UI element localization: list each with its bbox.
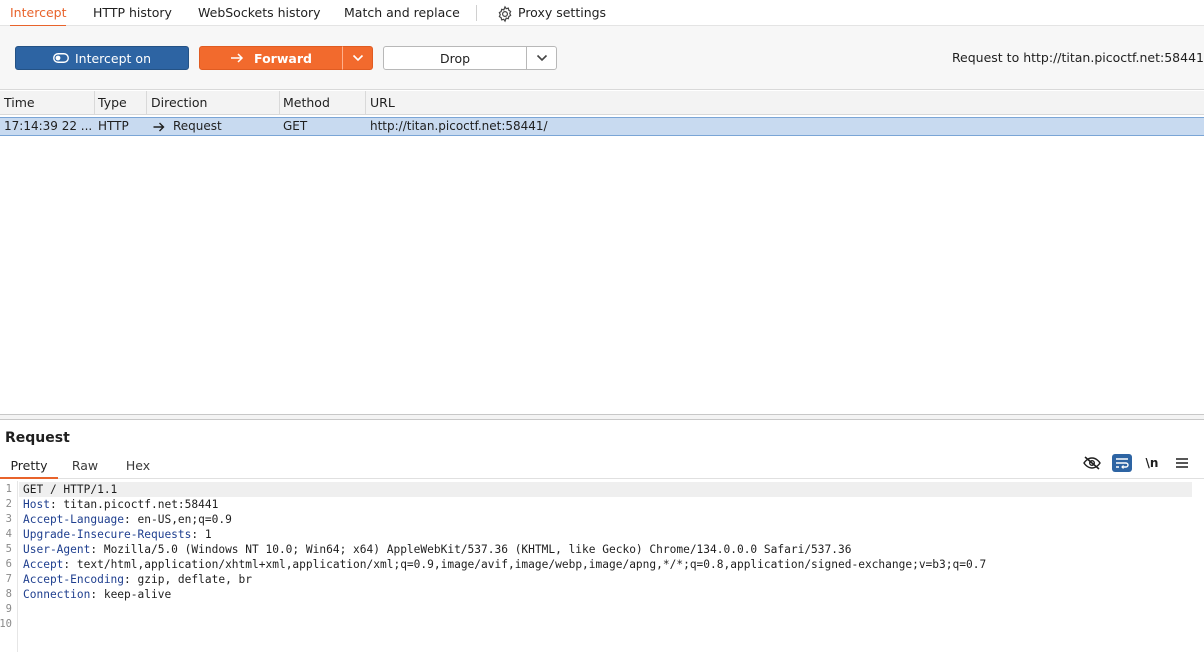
tab-intercept[interactable]: Intercept bbox=[10, 0, 67, 27]
header-name: Accept-Language bbox=[23, 513, 125, 526]
tab-divider bbox=[476, 5, 477, 21]
tab-hex[interactable]: Hex bbox=[112, 455, 164, 478]
line-number: 8 bbox=[5, 588, 12, 600]
chevron-down-icon bbox=[536, 54, 548, 62]
line-number: 4 bbox=[5, 528, 12, 540]
code-line: Accept-Language: en-US,en;q=0.9 bbox=[23, 512, 232, 527]
line-number: 3 bbox=[5, 513, 12, 525]
request-editor[interactable]: 1 2 3 4 5 6 7 8 9 10 GET / HTTP/1.1 Host: titan.pi… bbox=[0, 481, 1204, 652]
header-value: : keep-alive bbox=[90, 588, 172, 601]
tab-websockets-history[interactable]: WebSockets history bbox=[198, 0, 321, 26]
arrow-right-icon bbox=[230, 53, 244, 63]
code-line: Accept: text/html,application/xhtml+xml,… bbox=[23, 557, 986, 572]
header-name: Connection bbox=[23, 588, 91, 601]
proxy-settings-label: Proxy settings bbox=[518, 5, 607, 20]
tab-proxy-settings[interactable]: Proxy settings bbox=[496, 0, 606, 26]
header-name: User-Agent bbox=[23, 543, 91, 556]
column-header-direction[interactable]: Direction bbox=[147, 91, 280, 115]
forward-label: Forward bbox=[254, 50, 312, 66]
line-number: 6 bbox=[5, 558, 12, 570]
header-value: : titan.picoctf.net:58441 bbox=[49, 498, 219, 511]
newline-toggle-icon[interactable]: \n bbox=[1142, 454, 1162, 472]
header-name: Accept bbox=[23, 558, 64, 571]
tab-match-and-replace[interactable]: Match and replace bbox=[344, 0, 460, 26]
chevron-down-icon bbox=[352, 54, 364, 62]
tab-pretty[interactable]: Pretty bbox=[0, 455, 58, 479]
request-view-tabs: Pretty Raw Hex bbox=[0, 455, 1204, 479]
drop-options-dropdown[interactable] bbox=[526, 46, 557, 70]
code-line: Upgrade-Insecure-Requests: 1 bbox=[23, 527, 212, 542]
cell-url: http://titan.picoctf.net:58441/ bbox=[370, 119, 548, 133]
line-number: 7 bbox=[5, 573, 12, 585]
proxy-tab-bar: Intercept HTTP history WebSockets histor… bbox=[0, 0, 1204, 27]
request-target-label: Request to http://titan.picoctf.net:5844… bbox=[951, 50, 1204, 65]
tab-raw[interactable]: Raw bbox=[58, 455, 112, 478]
code-line: Accept-Encoding: gzip, deflate, br bbox=[23, 572, 252, 587]
line-number: 5 bbox=[5, 543, 12, 555]
column-header-method[interactable]: Method bbox=[279, 91, 366, 115]
code-line: Host: titan.picoctf.net:58441 bbox=[23, 497, 218, 512]
header-name: Accept-Encoding bbox=[23, 573, 125, 586]
header-value: : gzip, deflate, br bbox=[124, 573, 253, 586]
tab-http-history[interactable]: HTTP history bbox=[93, 0, 172, 26]
line-number: 10 bbox=[0, 618, 12, 630]
arrow-right-icon bbox=[153, 122, 165, 132]
intercept-toggle-button[interactable]: Intercept on bbox=[15, 46, 189, 70]
cell-type: HTTP bbox=[98, 119, 129, 133]
intercept-table-header: Time Type Direction Method URL bbox=[0, 91, 1204, 115]
toggle-icon bbox=[53, 53, 69, 63]
code-line: GET / HTTP/1.1 bbox=[19, 482, 1192, 497]
intercept-toolbar: Intercept on Forward Drop Request to htt… bbox=[0, 26, 1204, 90]
table-row[interactable]: 17:14:39 22 ... HTTP Request GET http://… bbox=[0, 117, 1204, 136]
code-line: Connection: keep-alive bbox=[23, 587, 171, 602]
request-panel-title: Request bbox=[5, 430, 70, 446]
intercept-toggle-label: Intercept on bbox=[74, 50, 151, 66]
cell-direction: Request bbox=[147, 118, 279, 135]
header-value: : en-US,en;q=0.9 bbox=[124, 513, 232, 526]
line-number: 2 bbox=[5, 498, 12, 510]
drop-label: Drop bbox=[439, 50, 471, 66]
drop-button[interactable]: Drop bbox=[383, 46, 527, 70]
header-value: : 1 bbox=[191, 528, 212, 541]
code-line: User-Agent: Mozilla/5.0 (Windows NT 10.0… bbox=[23, 542, 851, 557]
hamburger-menu-icon[interactable] bbox=[1172, 454, 1192, 472]
gear-icon bbox=[496, 5, 514, 23]
column-header-type[interactable]: Type bbox=[94, 91, 147, 115]
cell-time: 17:14:39 22 ... bbox=[4, 119, 93, 133]
pane-splitter[interactable] bbox=[0, 414, 1204, 420]
column-header-url[interactable]: URL bbox=[366, 91, 1204, 115]
header-value: : Mozilla/5.0 (Windows NT 10.0; Win64; x… bbox=[90, 543, 852, 556]
header-value: GET / HTTP/1.1 bbox=[23, 483, 118, 496]
forward-options-dropdown[interactable] bbox=[342, 46, 373, 70]
cell-direction-label: Request bbox=[173, 119, 222, 133]
header-value: : text/html,application/xhtml+xml,applic… bbox=[63, 558, 987, 571]
header-name: Upgrade-Insecure-Requests bbox=[23, 528, 192, 541]
wrap-lines-icon[interactable] bbox=[1112, 454, 1132, 472]
line-number: 1 bbox=[5, 483, 12, 495]
header-name: Host bbox=[23, 498, 50, 511]
column-header-time[interactable]: Time bbox=[0, 91, 95, 115]
cell-method: GET bbox=[283, 119, 308, 133]
forward-button[interactable]: Forward bbox=[199, 46, 343, 70]
line-number: 9 bbox=[5, 603, 12, 615]
line-number-gutter: 1 2 3 4 5 6 7 8 9 10 bbox=[0, 481, 18, 652]
eye-off-icon[interactable] bbox=[1082, 454, 1102, 472]
